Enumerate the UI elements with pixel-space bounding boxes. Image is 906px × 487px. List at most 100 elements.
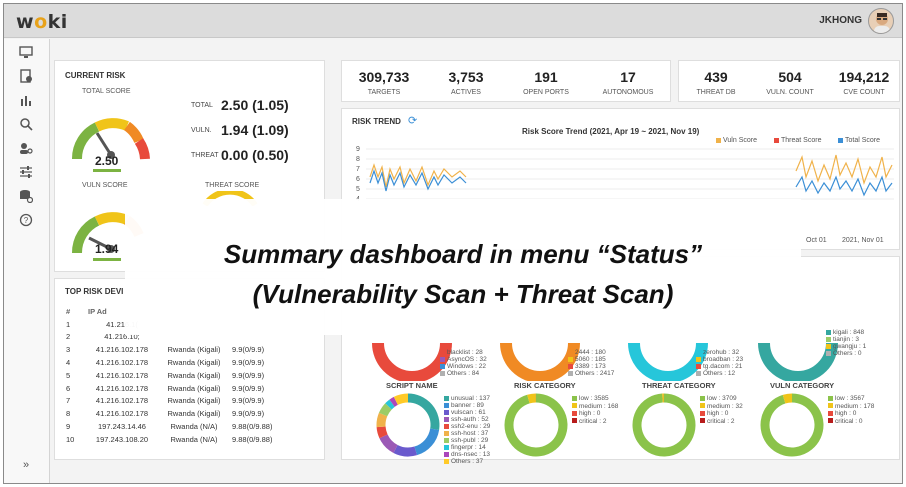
legend-swatch <box>700 395 705 401</box>
donut-slice <box>389 396 398 407</box>
legend-vuln[interactable]: Vuln Score <box>716 137 757 144</box>
vuln-row-label: VULN. <box>191 127 212 134</box>
rank-cell: 5 <box>66 370 71 380</box>
user-name[interactable]: JKHONG <box>819 15 862 26</box>
legend-text: 5060 : 185 <box>575 356 606 363</box>
legend-text: Others : 0 <box>833 350 862 357</box>
legend-item: medium : 32 <box>700 403 743 410</box>
legend-text: medium : 168 <box>579 402 619 410</box>
rank-cell: 8 <box>66 409 71 419</box>
legend-swatch <box>444 444 449 450</box>
ip-cell: 197.243.14.46 <box>98 422 146 432</box>
legend-text: Others : 2417 <box>575 370 615 377</box>
app-logo[interactable]: woki <box>16 11 68 33</box>
legend-item: kigali : 848 <box>826 329 864 336</box>
legend-item: ssh-publ : 29 <box>444 437 488 444</box>
sliders-icon[interactable] <box>18 165 34 181</box>
legend-swatch <box>440 370 445 376</box>
legend-swatch <box>828 410 833 416</box>
legend-swatch <box>696 349 701 355</box>
total-score-value: 2.50 <box>95 154 119 168</box>
legend-item: tianjin : 3 <box>826 336 859 343</box>
user-avatar[interactable] <box>868 8 894 34</box>
score-cell: 9.88(0/9.88) <box>232 434 273 444</box>
cve-count-value: 194,212 <box>838 69 890 85</box>
risk-trend-chart-title: Risk Score Trend (2021, Apr 19 ~ 2021, N… <box>522 127 700 136</box>
table-row[interactable]: 3 41.216.102.178 Rwanda (Kigali) 9.9(0/9.9) <box>63 343 299 356</box>
legend-swatch <box>826 329 831 335</box>
legend-text: high : 0 <box>835 410 857 417</box>
table-row[interactable]: 10 197.243.108.20 Rwanda (N/A) 9.88(0/9.88) <box>63 433 299 446</box>
donut-slice <box>527 393 537 404</box>
legend-item: low : 3585 <box>572 395 609 402</box>
legend-swatch <box>826 336 831 342</box>
legend-item: critical : 0 <box>828 418 862 425</box>
legend-text: vulscan : 61 <box>451 409 486 416</box>
location-cell: Rwanda (Kigali) <box>167 345 221 355</box>
legend-swatch <box>568 349 573 355</box>
legend-threat[interactable]: Threat Score <box>774 137 821 144</box>
legend-text: critical : 0 <box>835 417 863 425</box>
legend-swatch <box>572 410 577 416</box>
table-row[interactable]: 5 41.216.102.178 Rwanda (Kigali) 9.9(0/9.9) <box>63 369 299 382</box>
actives-label: ACTIVES <box>451 89 481 96</box>
table-row[interactable]: 8 41.216.102.178 Rwanda (Kigali) 9.9(0/9.9) <box>63 407 299 420</box>
legend-swatch <box>572 395 577 401</box>
monitor-icon[interactable] <box>18 45 34 61</box>
legend-text: fingerpr : 14 <box>451 444 486 451</box>
legend-swatch <box>572 403 577 409</box>
autonomous-label: AUTONOMOUS <box>602 89 654 96</box>
targets-label: TARGETS <box>367 89 401 96</box>
legend-text: high : 0 <box>579 410 601 417</box>
help-icon[interactable]: ? <box>18 213 34 229</box>
legend-text: ssh2-enu : 29 <box>451 423 491 430</box>
rank-cell: 3 <box>66 345 71 355</box>
user-settings-icon[interactable] <box>18 141 34 157</box>
autonomous-value: 17 <box>620 69 636 85</box>
location-cell: Rwanda (N/A) <box>170 434 218 444</box>
legend-text: kigali : 848 <box>833 329 865 336</box>
legend-item: Others : 37 <box>444 458 483 465</box>
rank-cell: 6 <box>66 383 71 393</box>
legend-item: 3389 : 173 <box>568 363 606 370</box>
caption-line-2: (Vulnerability Scan + Threat Scan) <box>252 279 674 309</box>
svg-text:?: ? <box>24 216 29 225</box>
rank-cell: 4 <box>66 358 71 368</box>
legend-text: Others : 84 <box>447 370 480 377</box>
refresh-icon[interactable]: ⟳ <box>408 114 417 127</box>
ip-cell: 41.216.102.178 <box>95 370 149 380</box>
legend-item: critical : 2 <box>572 418 606 425</box>
rank-cell: 10 <box>66 434 75 444</box>
legend-text: Others : 12 <box>703 370 736 377</box>
vuln-count-label: VULN. COUNT <box>766 89 814 96</box>
legend-swatch <box>444 451 449 457</box>
table-row[interactable]: 9 197.243.14.46 Rwanda (N/A) 9.88(0/9.88) <box>63 420 299 433</box>
table-row[interactable]: 7 41.216.102.178 Rwanda (Kigali) 9.9(0/9.9) <box>63 395 299 408</box>
rank-cell: 1 <box>66 319 71 329</box>
ip-cell: 197.243.108.20 <box>95 434 149 444</box>
table-row[interactable]: 6 41.216.102.178 Rwanda (Kigali) 9.9(0/9.9) <box>63 382 299 395</box>
legend-text: critical : 2 <box>579 417 607 425</box>
table-row[interactable]: 4 41.216.102.178 Rwanda (Kigali) 9.9(0/9.9) <box>63 356 299 369</box>
bar-chart-icon[interactable] <box>18 93 34 109</box>
legend-text: AsyncOS : 32 <box>447 356 487 363</box>
report-icon[interactable] <box>18 69 34 85</box>
legend-item: blacklist : 28 <box>440 349 483 356</box>
location-cell: Rwanda (Kigali) <box>167 358 221 368</box>
legend-swatch <box>568 370 573 376</box>
donut-slice <box>379 434 398 453</box>
rank-cell: 9 <box>66 422 71 432</box>
ip-cell: 41.216.102.178 <box>95 383 149 393</box>
legend-total[interactable]: Total Score <box>838 137 880 144</box>
expand-sidebar-icon[interactable]: » <box>18 457 34 473</box>
legend-text: dns-nsec : 13 <box>451 451 491 458</box>
legend-text: ssh-publ : 29 <box>451 437 489 444</box>
open-ports-value: 191 <box>534 69 558 85</box>
legend-swatch <box>696 370 701 376</box>
legend-swatch <box>444 430 449 436</box>
score-cell: 9.9(0/9.9) <box>232 370 265 380</box>
search-icon[interactable] <box>18 117 34 133</box>
database-settings-icon[interactable] <box>18 189 34 205</box>
legend-text: low : 3709 <box>707 395 737 402</box>
donut-slice <box>760 393 824 457</box>
